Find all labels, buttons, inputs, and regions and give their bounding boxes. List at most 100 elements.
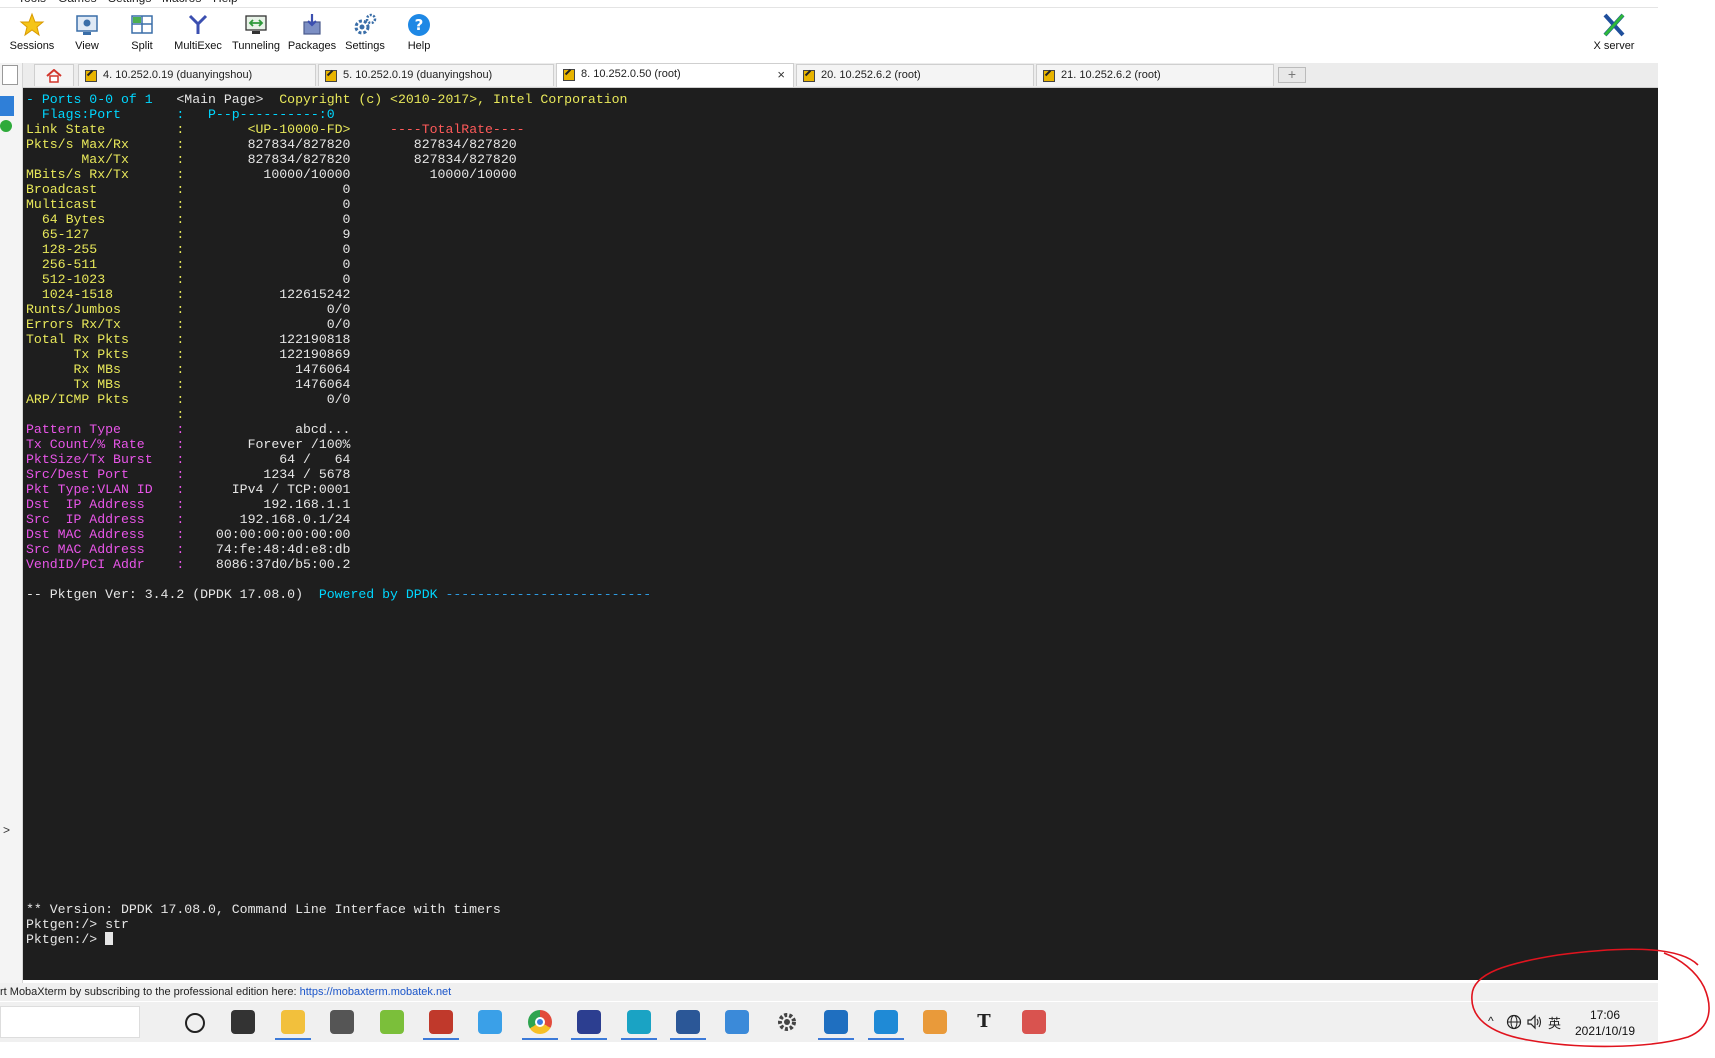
- taskbar-app[interactable]: [370, 1006, 414, 1038]
- taskbar-app[interactable]: [221, 1006, 265, 1038]
- terminal-text-span: Broadcast :: [26, 182, 185, 197]
- wireshark-icon: [824, 1010, 848, 1034]
- taskbar-app[interactable]: [666, 1006, 710, 1040]
- menu-item-settings[interactable]: Settings: [108, 0, 151, 5]
- terminal-text-span: Pattern Type :: [26, 422, 185, 437]
- terminal-text-span: Src IP Address :: [26, 512, 185, 527]
- browser-ie-icon: [478, 1010, 502, 1034]
- terminal-text-span: 128-255 :: [26, 242, 185, 257]
- taskbar-app[interactable]: [518, 1006, 562, 1040]
- terminal-text-span: 122615242: [184, 287, 351, 302]
- x-server-button[interactable]: X server: [1584, 10, 1644, 60]
- terminal-view[interactable]: - Ports 0-0 of 1 <Main Page> Copyright (…: [23, 88, 1658, 980]
- globe-icon[interactable]: [1506, 1014, 1522, 1030]
- terminal-text-span: 192.168.0.1/24: [184, 512, 351, 527]
- terminal-text-span: 0/0: [184, 317, 351, 332]
- terminal-line: Rx MBs : 1476064: [26, 362, 350, 377]
- home-tab[interactable]: [34, 64, 74, 86]
- toolbar-button-label: Help: [407, 40, 431, 52]
- terminal-text-span: Tx Pkts :: [26, 347, 185, 362]
- terminal-text-span: Src/Dest Port :: [26, 467, 185, 482]
- taskbar-app[interactable]: T: [962, 1006, 1006, 1038]
- menu-item-games[interactable]: Games: [58, 0, 97, 5]
- new-tab-button[interactable]: +: [1278, 67, 1306, 83]
- check-icon: [0, 120, 12, 132]
- session-tab-label: 5. 10.252.0.19 (duanyingshou): [343, 69, 493, 81]
- taskbar-app[interactable]: [172, 1006, 216, 1038]
- taskbar-app[interactable]: [320, 1006, 364, 1038]
- terminal-text-span: 10000/10000 10000/10000: [184, 167, 517, 182]
- taskbar: T: [0, 1002, 1658, 1042]
- promo-link[interactable]: https://mobaxterm.mobatek.net: [300, 986, 452, 998]
- sidebar-item[interactable]: [0, 96, 14, 116]
- terminal-text-span: ARP/ICMP Pkts :: [26, 392, 185, 407]
- terminal-text-span: Pkt Type:VLAN ID :: [26, 482, 185, 497]
- taskbar-app[interactable]: [814, 1006, 858, 1040]
- clock-date[interactable]: 2021/10/19: [1560, 1024, 1650, 1038]
- session-tab[interactable]: 20. 10.252.6.2 (root): [796, 64, 1034, 86]
- speaker-icon[interactable]: [1526, 1014, 1544, 1030]
- menu-item-tools[interactable]: Tools: [18, 0, 46, 5]
- text-cursor: [105, 932, 114, 945]
- packages-button[interactable]: Packages: [284, 10, 340, 60]
- terminal-line: Pattern Type : abcd...: [26, 422, 350, 437]
- promo-text: rt MobaXterm by subscribing to the profe…: [0, 986, 300, 998]
- split-button[interactable]: Split: [118, 10, 166, 60]
- toolbar-button-label: Split: [131, 40, 153, 52]
- taskbar-app[interactable]: [271, 1006, 315, 1040]
- session-tab-label: 8. 10.252.0.50 (root): [581, 68, 681, 80]
- terminal-line: Tx MBs : 1476064: [26, 377, 350, 392]
- session-tab[interactable]: 5. 10.252.0.19 (duanyingshou): [318, 64, 554, 86]
- task-view-icon: [231, 1010, 255, 1034]
- sidebar-toggle[interactable]: [2, 65, 18, 85]
- taskbar-app[interactable]: [1012, 1006, 1056, 1038]
- split-icon: [129, 12, 155, 38]
- chevron-right-icon[interactable]: >: [3, 823, 10, 837]
- menu-item-help[interactable]: Help: [213, 0, 238, 5]
- terminal-line: VendID/PCI Addr : 8086:37d0/b5:00.2: [26, 557, 350, 572]
- terminal-line: Link State : <UP-10000-FD> ----TotalRate…: [26, 122, 525, 137]
- taskbar-app[interactable]: [617, 1006, 661, 1040]
- terminal-text-span: <UP-10000-FD>: [184, 122, 351, 137]
- terminal-line: Src IP Address : 192.168.0.1/24: [26, 512, 350, 527]
- session-tab[interactable]: 4. 10.252.0.19 (duanyingshou): [78, 64, 316, 86]
- terminal-text-span: Src MAC Address :: [26, 542, 185, 557]
- settings-button[interactable]: Settings: [340, 10, 390, 60]
- help-button[interactable]: ? Help: [396, 10, 442, 60]
- packages-icon: [299, 12, 325, 38]
- taskbar-app[interactable]: [567, 1006, 611, 1040]
- session-tab[interactable]: 8. 10.252.0.50 (root) ×: [556, 63, 794, 87]
- taskbar-app[interactable]: [419, 1006, 463, 1040]
- terminal-text-span: 0: [184, 212, 351, 227]
- terminal-line: Errors Rx/Tx : 0/0: [26, 317, 350, 332]
- taskbar-app[interactable]: [468, 1006, 512, 1038]
- view-button[interactable]: View: [62, 10, 112, 60]
- terminal-text-span: 1476064: [184, 377, 351, 392]
- terminal-text-span: 192.168.1.1: [184, 497, 351, 512]
- sessions-button[interactable]: Sessions: [8, 10, 56, 60]
- menu-item-macros[interactable]: Macros: [162, 0, 201, 5]
- home-icon: [46, 69, 62, 83]
- terminal-text-span: 9: [184, 227, 351, 242]
- close-tab-icon[interactable]: ×: [777, 64, 785, 85]
- terminal-text-span: abcd...: [184, 422, 351, 437]
- terminal-text-span: 8086:37d0/b5:00.2: [184, 557, 351, 572]
- terminal-line: Max/Tx : 827834/827820 827834/827820: [26, 152, 517, 167]
- taskbar-app[interactable]: [715, 1006, 759, 1038]
- taskbar-app[interactable]: [913, 1006, 957, 1038]
- terminal-text-span: Dst IP Address :: [26, 497, 185, 512]
- terminal-text-span: Runts/Jumbos :: [26, 302, 185, 317]
- terminal-line: Broadcast : 0: [26, 182, 350, 197]
- word-icon: [676, 1010, 700, 1034]
- clock-time[interactable]: 17:06: [1560, 1008, 1650, 1022]
- toolbar-button-label: Tunneling: [232, 40, 280, 52]
- multiexec-button[interactable]: MultiExec: [172, 10, 224, 60]
- session-tab[interactable]: 21. 10.252.6.2 (root): [1036, 64, 1274, 86]
- terminal-text-span: 827834/827820 827834/827820: [184, 152, 517, 167]
- taskbar-search-box[interactable]: [0, 1006, 140, 1038]
- taskbar-app[interactable]: [864, 1006, 908, 1040]
- taskbar-app[interactable]: [765, 1006, 809, 1038]
- tunneling-button[interactable]: Tunneling: [228, 10, 284, 60]
- chevron-up-icon[interactable]: ^: [1488, 1014, 1494, 1028]
- typora-icon: T: [977, 1011, 991, 1032]
